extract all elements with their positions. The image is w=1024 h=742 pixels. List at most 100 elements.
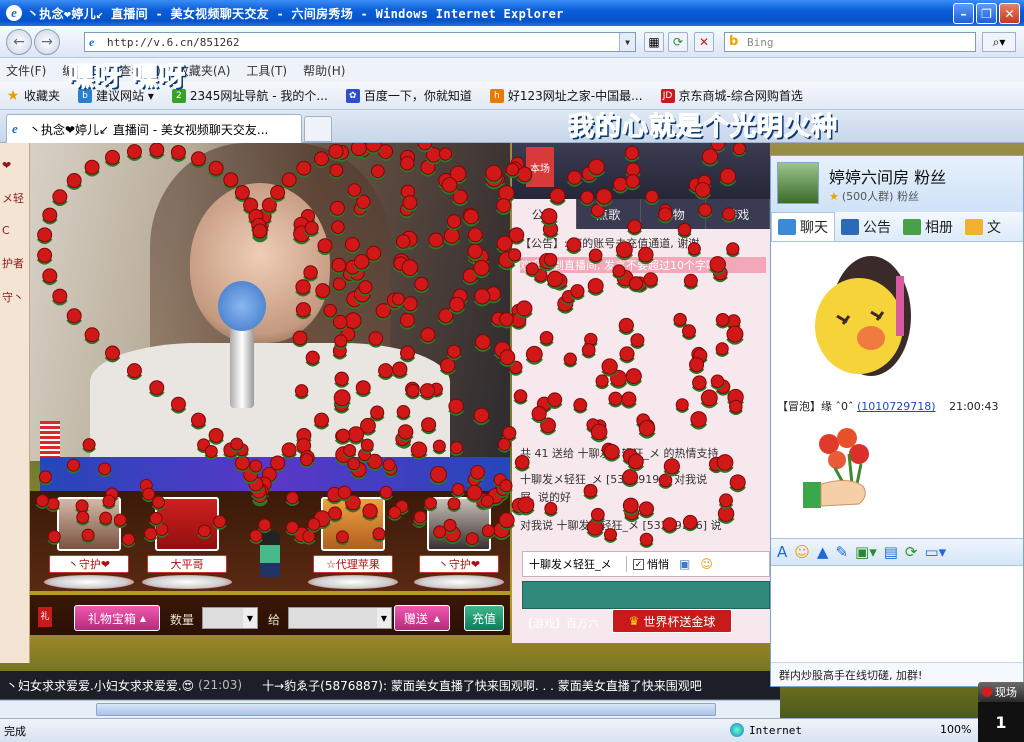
url-input[interactable]: e http://v.6.cn/851262 ▼ [84,32,636,52]
stop-button[interactable]: ✕ [694,32,714,52]
guard-slot-4[interactable]: 丶守护❤ [414,497,504,589]
security-zone[interactable]: Internet [730,723,802,737]
menu-tools[interactable]: 工具(T) [246,62,287,79]
status-text: 完成 [4,724,26,738]
sender-id-link[interactable]: (1010729718) [857,400,936,413]
group-subtitle: ★ (500人群) 粉丝 [829,188,919,204]
tab-live-room[interactable]: e 丶执念❤婷儿↙ 直播间 - 美女视频聊天交友... [6,114,302,143]
guard-slot-3[interactable]: ☆代理苹果 [308,497,398,589]
guard-panel: 丶守护❤ 大平哥 ☆代理苹果 丶守护❤ [30,491,510,591]
avatar-figure [260,531,280,577]
tab-public-chat[interactable]: 公聊 [512,199,577,229]
chat-target-select[interactable]: 十聊发メ轻狂_メ [523,556,627,572]
page-icon: e [89,35,95,49]
tab-gifts[interactable]: 礼物 [641,199,706,229]
search-button[interactable]: ⌕▾ [982,32,1016,52]
chat-input[interactable] [522,581,770,609]
new-tab-button[interactable] [304,116,332,142]
maximize-button[interactable]: ❐ [976,3,997,24]
tab-games[interactable]: 游戏 [706,199,770,229]
tab-album[interactable]: 相册 [897,212,959,241]
close-button[interactable]: ✕ [999,3,1020,24]
chat-message: 欢迎来到直播间, 发言不要超过10个字哦 [520,257,766,273]
qq-group-window: 婷婷六间房 粉丝 ★ (500人群) 粉丝 聊天 公告 相册 文 【冒泡】缘 ˆ… [770,155,1024,687]
compatibility-button[interactable]: ▦ [644,32,664,52]
tab-files[interactable]: 文 [959,212,1007,241]
scrollbar-thumb[interactable] [96,703,716,716]
menu-help[interactable]: 帮助(H) [303,62,345,79]
minimize-button[interactable]: – [953,3,974,24]
hao123-icon: h [489,88,504,103]
star-icon: ★ [6,87,20,104]
left-strip-item[interactable]: 护者 [0,253,29,273]
fav-baidu[interactable]: ✿ 百度一下，你就知道 [345,87,472,104]
live-video[interactable] [30,143,510,461]
image-icon[interactable]: ▣ [679,557,690,571]
left-strip-item[interactable]: 守丶 [0,287,29,307]
checkbox-check-icon: ✓ [633,558,644,570]
screenshot-icon[interactable]: ▭▾ [925,543,947,561]
back-button[interactable]: ← [6,29,32,55]
url-dropdown-icon[interactable]: ▼ [619,33,635,51]
avatar [321,497,385,551]
chat-header: 本场 [512,143,770,199]
gift-box-button[interactable]: 礼物宝箱 ▲ [74,605,160,631]
left-strip-item[interactable]: ❤ [0,157,29,174]
room-tab[interactable]: 本场 [526,147,554,187]
tab-album-label: 相册 [925,219,953,236]
send-gift-button[interactable]: 赠送 ▲ [394,605,450,631]
qq-message-input[interactable] [771,566,1023,662]
favorites-button[interactable]: ★ 收藏夹 [6,87,60,104]
emoji-icon[interactable]: ☺ [700,557,713,571]
flower-bouquet-icon [803,428,869,508]
pedestal [44,575,134,589]
window-title: 丶执念❤婷儿↙ 直播间 - 美女视频聊天交友 - 六间房秀场 - Windows… [27,6,564,21]
fav-hao123[interactable]: h 好123网址之家-中国最... [489,87,643,104]
fav-jd[interactable]: JD 京东商城-综合网购首选 [660,87,803,104]
group-avatar[interactable] [777,162,819,204]
tab-song-request[interactable]: 点歌 [577,199,641,229]
font-icon[interactable]: A [777,543,787,561]
whisper-checkbox[interactable]: ✓ 悄悄 [633,556,669,572]
taskbar-corner[interactable]: 1 [978,702,1024,742]
guard-slot-1[interactable]: 丶守护❤ [44,497,134,589]
search-input[interactable]: b Bing [724,32,976,52]
folder-icon [965,218,983,235]
zoom-level[interactable]: 100% [940,723,971,736]
tab-ie-icon: e [12,121,18,136]
avatar [155,497,219,551]
left-strip-item[interactable]: C [0,222,29,239]
refresh-button[interactable]: ⟳ [668,32,688,52]
left-strip-item[interactable]: メ轻 [0,188,29,208]
image-icon[interactable]: ▣▾ [855,543,877,561]
quantity-select[interactable]: ▼ [202,607,258,629]
game-line[interactable]: 【游戏】百万六 [522,615,599,631]
ie-logo-icon: e [6,5,22,21]
fav-2345[interactable]: 2 2345网址导航 - 我的个... [171,87,328,104]
horizontal-scrollbar[interactable] [0,700,780,718]
guard-label: 丶守护❤ [419,555,499,573]
tab-bar: e 丶执念❤婷儿↙ 直播间 - 美女视频聊天交友... [0,110,1024,143]
world-cup-button[interactable]: ♛ 世界杯送金球 [612,609,732,633]
trophy-icon: ♛ [628,614,640,628]
volume-bars-icon[interactable] [40,421,60,457]
gift-bar: 礼 礼物宝箱 ▲ 数量 ▼ 给 ▼ 赠送 ▲ 充值 [30,595,510,635]
menu-file[interactable]: 文件(F) [6,62,46,79]
doc-icon[interactable]: ▤ [884,543,898,561]
video-microphone [218,281,266,331]
globe-icon [730,723,744,737]
live-notify-popup[interactable]: 现场 [978,682,1024,702]
chat-message: 十聊发メ轻狂_メ [53289196] 对我说 [520,473,708,486]
recipient-select[interactable]: ▼ [288,607,392,629]
forward-button[interactable]: → [34,29,60,55]
charge-button[interactable]: 充值 [464,605,504,631]
address-bar: ← → e http://v.6.cn/851262 ▼ ▦ ⟳ ✕ b Bin… [0,26,1024,58]
tab-announcement[interactable]: 公告 [835,212,897,241]
note-icon[interactable]: ✎ [835,543,848,561]
guard-slot-2[interactable]: 大平哥 [142,497,232,589]
tab-chat[interactable]: 聊天 [771,212,835,241]
emoji-icon[interactable]: ☺ [794,543,810,561]
refresh-icon[interactable]: ⟳ [905,543,918,561]
shake-icon[interactable]: ▲ [817,543,829,561]
guard-label: ☆代理苹果 [313,555,393,573]
